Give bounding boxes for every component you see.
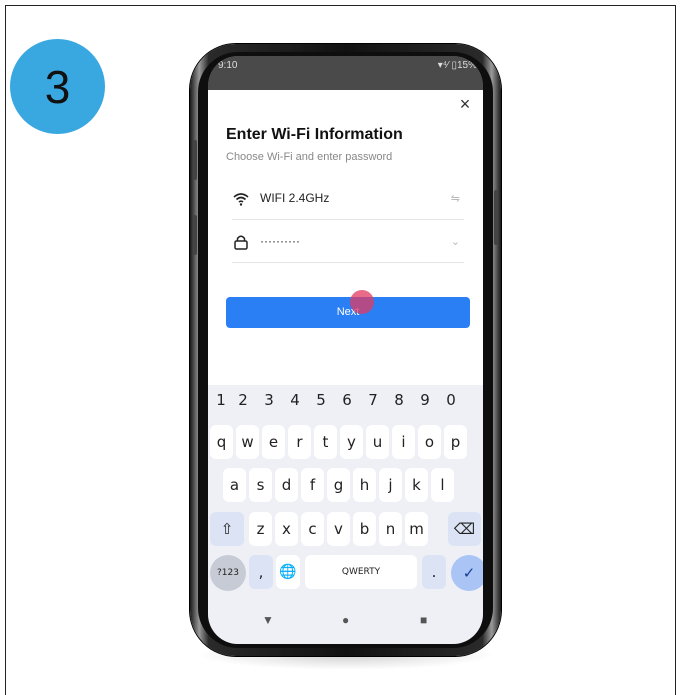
back-icon[interactable]: ▼ bbox=[262, 613, 274, 627]
wifi-dialog: × Enter Wi-Fi Information Choose Wi-Fi a… bbox=[208, 90, 483, 385]
key-x[interactable]: x bbox=[275, 512, 298, 546]
backspace-key[interactable]: ⌫ bbox=[448, 512, 481, 546]
key-a[interactable]: a bbox=[223, 468, 246, 502]
key-m[interactable]: m bbox=[405, 512, 428, 546]
key-j[interactable]: j bbox=[379, 468, 402, 502]
password-value: ·········· bbox=[260, 234, 300, 248]
key-n[interactable]: n bbox=[379, 512, 402, 546]
key-g[interactable]: g bbox=[327, 468, 350, 502]
eye-closed-icon[interactable]: ⌄ bbox=[451, 235, 460, 248]
lock-icon bbox=[234, 235, 248, 250]
phone-side-button bbox=[494, 190, 498, 245]
comma-key[interactable]: , bbox=[249, 555, 273, 589]
key-i[interactable]: i bbox=[392, 425, 415, 459]
dialog-title: Enter Wi-Fi Information bbox=[226, 126, 403, 143]
key-7[interactable]: 7 bbox=[362, 391, 384, 409]
phone-side-button bbox=[193, 215, 197, 255]
keyboard: 1 2 3 4 5 6 7 8 9 0 q w e r t y u i o p … bbox=[208, 385, 483, 644]
symbols-key[interactable]: ?123 bbox=[210, 555, 246, 591]
number-row: 1 2 3 4 5 6 7 8 9 0 bbox=[208, 391, 483, 417]
key-c[interactable]: c bbox=[301, 512, 324, 546]
key-e[interactable]: e bbox=[262, 425, 285, 459]
key-8[interactable]: 8 bbox=[388, 391, 410, 409]
enter-key[interactable]: ✓ bbox=[451, 555, 483, 591]
wifi-icon bbox=[233, 193, 249, 206]
recents-icon[interactable]: ■ bbox=[420, 613, 427, 627]
step-badge: 3 bbox=[10, 39, 105, 134]
space-key[interactable]: QWERTY bbox=[305, 555, 417, 589]
phone-screen: 9:10 ▾⁴⁄ ▯15% × Enter Wi-Fi Information … bbox=[208, 56, 483, 644]
key-z[interactable]: z bbox=[249, 512, 272, 546]
period-key[interactable]: . bbox=[422, 555, 446, 589]
key-6[interactable]: 6 bbox=[336, 391, 358, 409]
next-button[interactable]: Next bbox=[226, 297, 470, 328]
key-3[interactable]: 3 bbox=[258, 391, 280, 409]
close-icon[interactable]: × bbox=[455, 94, 475, 114]
home-icon[interactable]: ● bbox=[342, 613, 349, 627]
dialog-subtitle: Choose Wi-Fi and enter password bbox=[226, 151, 393, 163]
key-k[interactable]: k bbox=[405, 468, 428, 502]
key-h[interactable]: h bbox=[353, 468, 376, 502]
key-4[interactable]: 4 bbox=[284, 391, 306, 409]
status-icons: ▾⁴⁄ ▯15% bbox=[437, 60, 477, 71]
shift-key[interactable]: ⇧ bbox=[210, 512, 244, 546]
navigation-bar: ▼ ● ■ bbox=[208, 605, 483, 643]
wifi-field[interactable]: WIFI 2.4GHz ⇋ bbox=[232, 180, 464, 220]
key-p[interactable]: p bbox=[444, 425, 467, 459]
key-y[interactable]: y bbox=[340, 425, 363, 459]
key-t[interactable]: t bbox=[314, 425, 337, 459]
key-5[interactable]: 5 bbox=[310, 391, 332, 409]
key-r[interactable]: r bbox=[288, 425, 311, 459]
key-u[interactable]: u bbox=[366, 425, 389, 459]
key-q[interactable]: q bbox=[210, 425, 233, 459]
key-l[interactable]: l bbox=[431, 468, 454, 502]
key-0[interactable]: 0 bbox=[440, 391, 462, 409]
key-b[interactable]: b bbox=[353, 512, 376, 546]
key-s[interactable]: s bbox=[249, 468, 272, 502]
globe-icon[interactable]: 🌐 bbox=[276, 555, 300, 589]
key-v[interactable]: v bbox=[327, 512, 350, 546]
wifi-name: WIFI 2.4GHz bbox=[260, 191, 330, 205]
status-bar: 9:10 ▾⁴⁄ ▯15% bbox=[208, 56, 483, 90]
key-o[interactable]: o bbox=[418, 425, 441, 459]
password-field[interactable]: ·········· ⌄ bbox=[232, 223, 464, 263]
phone-side-button bbox=[193, 140, 197, 180]
key-w[interactable]: w bbox=[236, 425, 259, 459]
status-time: 9:10 bbox=[218, 60, 238, 71]
key-9[interactable]: 9 bbox=[414, 391, 436, 409]
touch-indicator bbox=[350, 290, 374, 314]
swap-icon[interactable]: ⇋ bbox=[451, 192, 460, 205]
key-1[interactable]: 1 bbox=[210, 391, 232, 409]
key-f[interactable]: f bbox=[301, 468, 324, 502]
key-2[interactable]: 2 bbox=[232, 391, 254, 409]
key-d[interactable]: d bbox=[275, 468, 298, 502]
